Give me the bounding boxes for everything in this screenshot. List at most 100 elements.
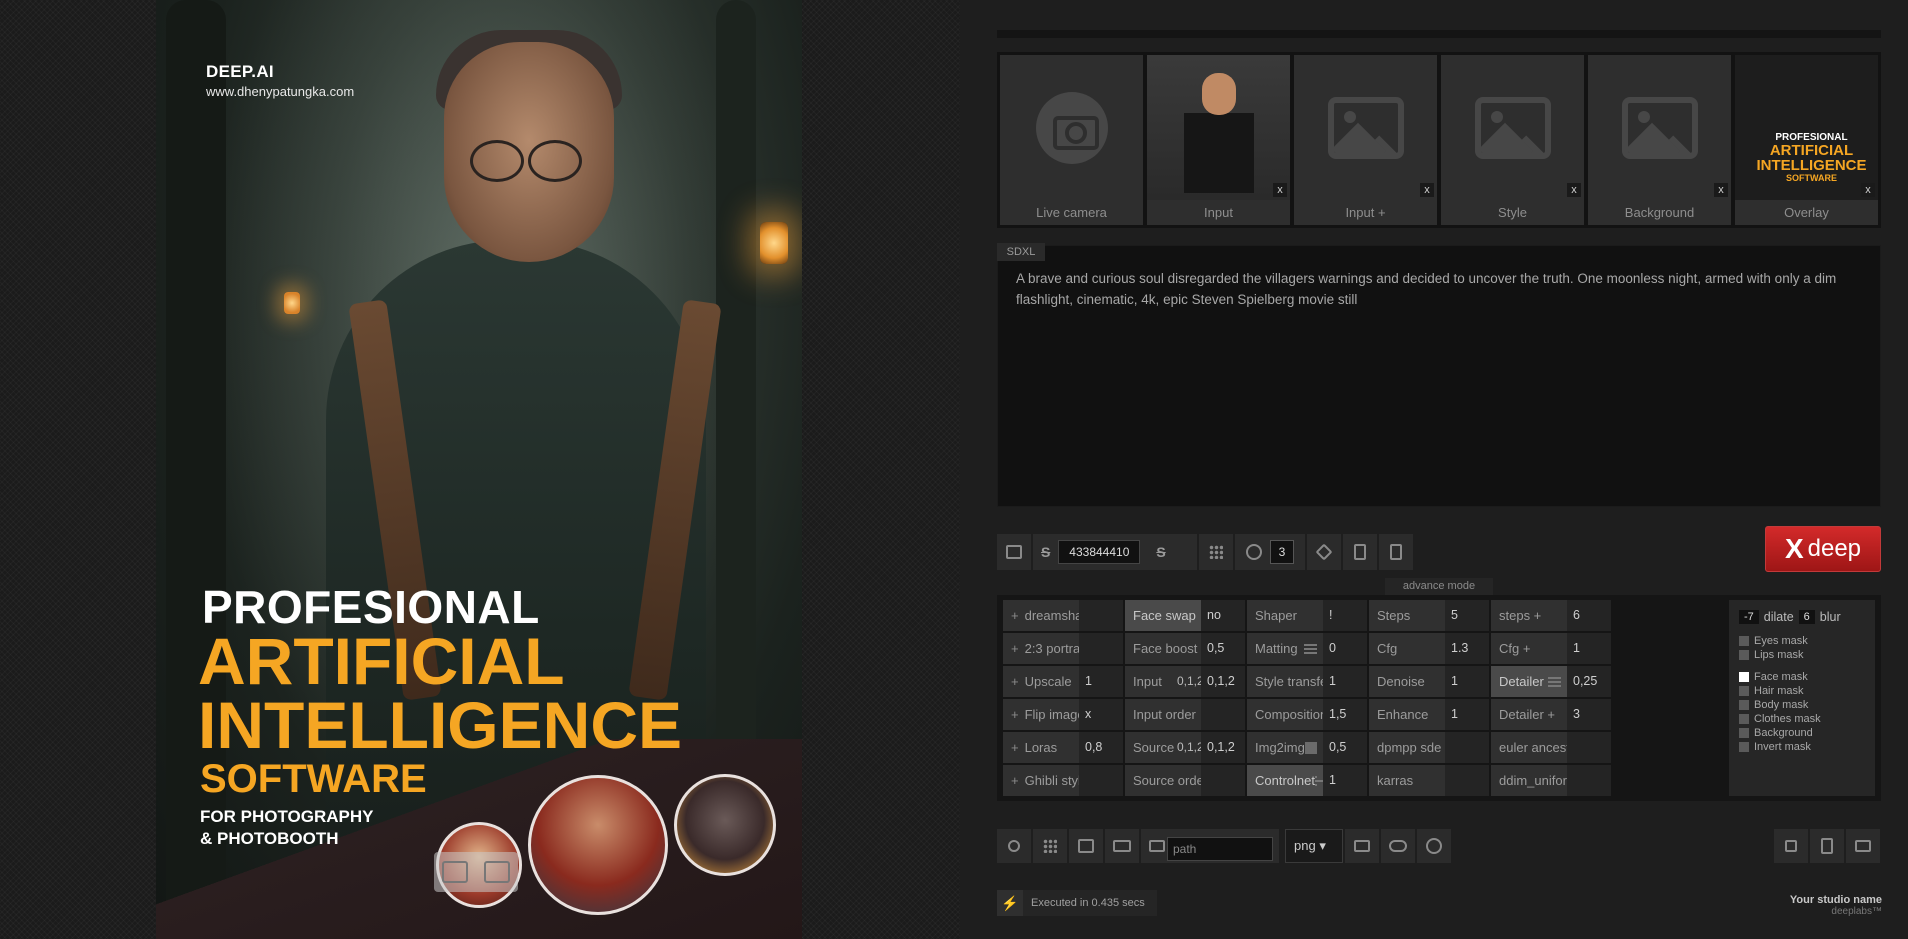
setting-label[interactable]: Controlnet xyxy=(1247,765,1323,796)
setting-label[interactable]: Face swap xyxy=(1125,600,1201,631)
mask-checkbox[interactable] xyxy=(1739,686,1749,696)
setting-label[interactable]: Face boost xyxy=(1125,633,1201,664)
setting-label[interactable]: Denoise xyxy=(1369,666,1445,697)
print-button[interactable] xyxy=(1345,829,1379,863)
clock-icon[interactable] xyxy=(1246,544,1262,560)
setting-value[interactable]: 0,1,2 xyxy=(1201,732,1245,763)
setting-value[interactable]: 1 xyxy=(1079,666,1123,697)
strike-icon[interactable]: S xyxy=(1041,544,1050,560)
menu-icon[interactable] xyxy=(1548,676,1561,687)
mask-checkbox[interactable] xyxy=(1739,650,1749,660)
cloud-upload-icon[interactable] xyxy=(484,861,510,883)
print-icon[interactable] xyxy=(442,861,468,883)
gallery-button[interactable] xyxy=(1033,829,1067,863)
mask-checkbox[interactable] xyxy=(1739,714,1749,724)
mask-option[interactable]: Lips mask xyxy=(1739,648,1865,662)
setting-value[interactable]: no xyxy=(1201,600,1245,631)
plus-icon[interactable]: + xyxy=(1011,707,1019,722)
setting-value[interactable]: 3 xyxy=(1567,699,1611,730)
setting-value[interactable]: ! xyxy=(1323,600,1367,631)
setting-label[interactable]: + Ghibli style xyxy=(1003,765,1079,796)
setting-value[interactable] xyxy=(1079,765,1123,796)
setting-label[interactable]: Matting xyxy=(1247,633,1323,664)
setting-value[interactable]: 0,8 xyxy=(1079,732,1123,763)
slot-overlay[interactable]: PROFESIONAL ARTIFICIAL INTELLIGENCE SOFT… xyxy=(1735,55,1878,225)
setting-value[interactable] xyxy=(1445,732,1489,763)
setting-value[interactable]: 5 xyxy=(1445,600,1489,631)
path-input[interactable]: path xyxy=(1167,836,1273,861)
setting-value[interactable] xyxy=(1567,732,1611,763)
mask-checkbox[interactable] xyxy=(1739,700,1749,710)
mask-option[interactable]: Eyes mask xyxy=(1739,634,1865,648)
slot-live-camera[interactable]: Live camera xyxy=(1000,55,1143,225)
setting-label[interactable]: Steps xyxy=(1369,600,1445,631)
model-tag[interactable]: SDXL xyxy=(997,243,1045,261)
setting-value[interactable] xyxy=(1567,765,1611,796)
mask-option[interactable]: Hair mask xyxy=(1739,684,1865,698)
dilate-input[interactable]: -7 xyxy=(1739,610,1759,624)
grid-button[interactable] xyxy=(1199,534,1233,570)
setting-label[interactable]: Shaper xyxy=(1247,600,1323,631)
plus-icon[interactable]: + xyxy=(1011,641,1019,656)
settings-hex-button[interactable] xyxy=(1417,829,1451,863)
setting-label[interactable]: + Loras xyxy=(1003,732,1079,763)
plus-icon[interactable]: + xyxy=(1011,740,1019,755)
setting-value[interactable] xyxy=(1079,633,1123,664)
seed-input[interactable]: 433844410 xyxy=(1058,540,1141,564)
setting-label[interactable]: Input xyxy=(1125,666,1177,697)
folder-icon[interactable] xyxy=(1149,840,1165,852)
setting-value[interactable]: 1.3 xyxy=(1445,633,1489,664)
mask-option[interactable]: Face mask xyxy=(1739,670,1865,684)
setting-value[interactable]: 1 xyxy=(1323,765,1367,796)
setting-label[interactable]: dpmpp sde xyxy=(1369,732,1445,763)
mask-option[interactable]: Clothes mask xyxy=(1739,712,1865,726)
setting-value[interactable]: 1 xyxy=(1567,633,1611,664)
lock-button[interactable] xyxy=(1774,829,1808,863)
setting-value[interactable]: 0,5 xyxy=(1201,633,1245,664)
setting-label[interactable]: +2:3 portrait xyxy=(1003,633,1079,664)
setting-label[interactable]: Source order xyxy=(1125,765,1201,796)
setting-value[interactable]: 0,1,2 xyxy=(1201,666,1245,697)
mask-checkbox[interactable] xyxy=(1739,742,1749,752)
copy-button[interactable] xyxy=(1343,534,1377,570)
setting-checkbox[interactable] xyxy=(1305,741,1317,754)
slot-input-plus[interactable]: x Input + xyxy=(1294,55,1437,225)
generate-button[interactable]: X deep xyxy=(1765,526,1881,572)
blur-input[interactable]: 6 xyxy=(1798,610,1815,624)
setting-label[interactable]: Img2img xyxy=(1247,732,1323,763)
mask-option[interactable]: Body mask xyxy=(1739,698,1865,712)
setting-value[interactable]: 1,5 xyxy=(1323,699,1367,730)
setting-value[interactable] xyxy=(1201,765,1245,796)
setting-label[interactable]: Cfg xyxy=(1369,633,1445,664)
slot-input[interactable]: x Input xyxy=(1147,55,1290,225)
setting-label[interactable]: Detailer xyxy=(1491,666,1567,697)
mask-checkbox[interactable] xyxy=(1739,672,1749,682)
setting-value[interactable]: x xyxy=(1079,699,1123,730)
prompt-text[interactable]: A brave and curious soul disregarded the… xyxy=(1016,268,1856,310)
sliders-button[interactable] xyxy=(1846,829,1880,863)
layers-button[interactable] xyxy=(1069,829,1103,863)
setting-value[interactable]: 6 xyxy=(1567,600,1611,631)
setting-value[interactable] xyxy=(1445,765,1489,796)
camera-button[interactable] xyxy=(997,534,1031,570)
mask-option[interactable]: Invert mask xyxy=(1739,740,1865,754)
tag-button[interactable] xyxy=(1307,534,1341,570)
setting-label[interactable]: Input order xyxy=(1125,699,1201,730)
setting-value[interactable]: 0 xyxy=(1323,633,1367,664)
batch-count[interactable]: 3 xyxy=(1270,540,1294,564)
setting-mid-value[interactable]: 0,1,2,: xyxy=(1177,732,1201,763)
slot-style[interactable]: x Style xyxy=(1441,55,1584,225)
mask-option[interactable]: Background xyxy=(1739,726,1865,740)
remove-button[interactable]: x xyxy=(1714,183,1728,197)
setting-value[interactable]: 1 xyxy=(1445,699,1489,730)
plus-icon[interactable]: + xyxy=(1011,773,1019,788)
plus-icon[interactable]: + xyxy=(1011,674,1019,689)
setting-label[interactable]: + Flip image xyxy=(1003,699,1079,730)
setting-value[interactable]: 1 xyxy=(1323,666,1367,697)
setting-value[interactable] xyxy=(1079,600,1123,631)
notes-button[interactable] xyxy=(1379,534,1413,570)
setting-label[interactable]: euler ancestral xyxy=(1491,732,1567,763)
remove-button[interactable]: x xyxy=(1567,183,1581,197)
setting-label[interactable]: steps + xyxy=(1491,600,1567,631)
user-button[interactable] xyxy=(997,829,1031,863)
